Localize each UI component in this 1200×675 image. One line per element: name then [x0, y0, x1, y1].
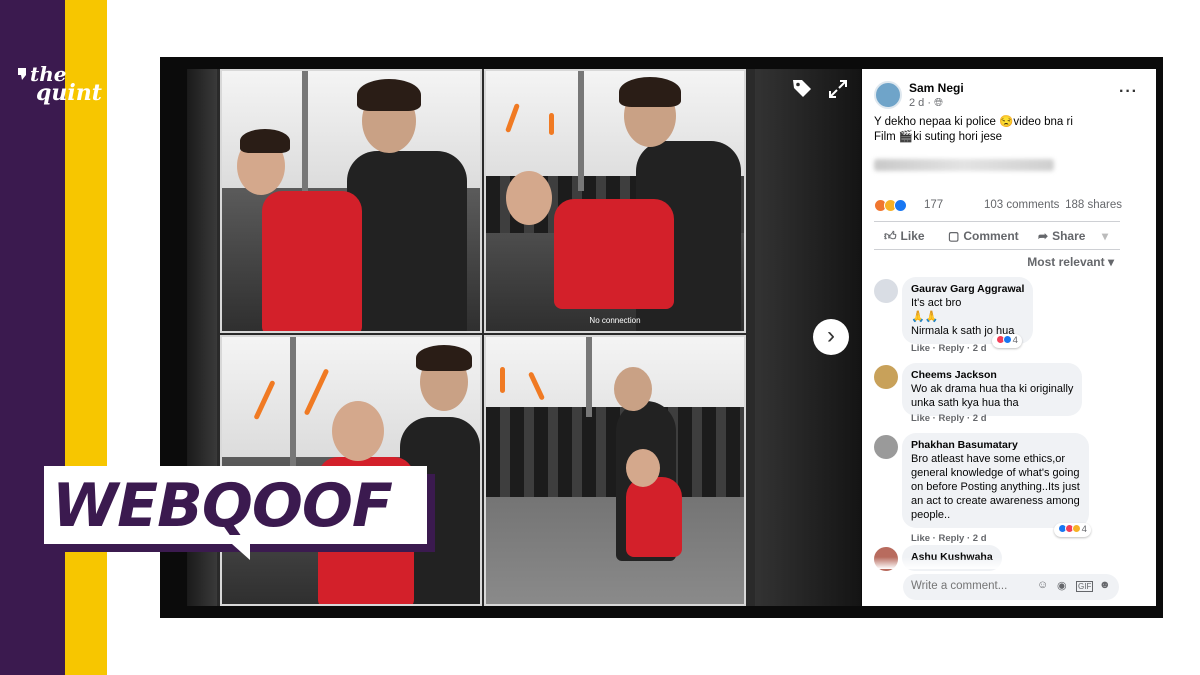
avatar[interactable]	[874, 81, 902, 109]
woman-figure	[262, 191, 362, 331]
post-actions: 👍︎ Like ▢ Comment ➦ Share ▾	[874, 227, 1120, 247]
reaction-count: 177	[924, 199, 944, 211]
photo-panel-4	[484, 335, 746, 606]
comment-like-link[interactable]: Like	[911, 343, 930, 354]
post-author[interactable]: Sam Negi	[909, 81, 964, 95]
comment-item: Gaurav Garg Aggrawal It's act bro 🙏🙏 Nir…	[874, 277, 1134, 355]
avatar[interactable]	[874, 435, 898, 459]
comment-reply-link[interactable]: Reply	[938, 413, 964, 424]
comment-actions: Like · Reply · 2 d	[911, 413, 987, 424]
share-icon: ➦	[1038, 229, 1049, 243]
photo-caption: No connection	[589, 316, 641, 325]
profile-dropdown-icon[interactable]: ▾	[1102, 229, 1108, 243]
comment-author[interactable]: Gaurav Garg Aggrawal	[911, 282, 1024, 296]
comment-reply-link[interactable]: Reply	[938, 533, 964, 544]
comment-item: Cheems Jackson Wo ak drama hua tha ki or…	[874, 363, 1134, 424]
logo-word-quint: quint	[36, 80, 102, 106]
comment-reply-link[interactable]: Reply	[938, 343, 964, 354]
webqoof-title: WEBQOOF	[52, 471, 393, 541]
post-timestamp[interactable]: 2 d · 🌐︎	[909, 97, 943, 110]
next-photo-button[interactable]: ›	[813, 319, 849, 355]
comment-bubble: Phakhan Basumatary Bro atleast have some…	[902, 433, 1089, 528]
share-button[interactable]: ➦ Share	[1038, 229, 1085, 243]
comment-sort-dropdown[interactable]: Most relevant ▾	[1027, 255, 1114, 269]
globe-icon: 🌐︎	[934, 97, 943, 109]
comment-time[interactable]: 2 d	[973, 343, 987, 354]
like-button[interactable]: 👍︎ Like	[884, 229, 925, 244]
comment-like-link[interactable]: Like	[911, 533, 930, 544]
comment-bubble: Cheems Jackson Wo ak drama hua tha ki or…	[902, 363, 1083, 416]
chevron-right-icon: ›	[827, 322, 835, 349]
comment-item: Phakhan Basumatary Bro atleast have some…	[874, 433, 1134, 544]
divider	[874, 249, 1120, 250]
sticker-icon[interactable]: ☻	[1099, 579, 1111, 591]
photo-panel-1	[220, 69, 482, 333]
avatar[interactable]	[874, 279, 898, 303]
quote-mark-icon	[18, 68, 26, 80]
post-side-panel: Sam Negi 2 d · 🌐︎ ··· Y dekho nepaa ki p…	[862, 69, 1156, 606]
avatar[interactable]	[874, 365, 898, 389]
gif-icon[interactable]: GIF	[1076, 581, 1094, 592]
comment-time[interactable]: 2 d	[973, 533, 987, 544]
emoji-icon[interactable]: ☺	[1037, 579, 1048, 591]
reactions-summary[interactable]: 177 103 comments 188 shares	[874, 197, 1144, 215]
comment-author[interactable]: Phakhan Basumatary	[911, 438, 1080, 452]
camera-icon[interactable]: ◉	[1057, 579, 1067, 592]
comment-actions: Like · Reply · 2 d	[911, 533, 987, 544]
comment-time[interactable]: 2 d	[973, 413, 987, 424]
comment-button[interactable]: ▢ Comment	[948, 229, 1019, 243]
divider	[874, 221, 1120, 222]
write-comment-box[interactable]: ☺ ◉ GIF ☻	[903, 574, 1119, 600]
comment-author[interactable]: Cheems Jackson	[911, 368, 1073, 382]
the-quint-logo: the quint	[14, 62, 102, 110]
thumbs-up-icon: 👍︎	[884, 229, 897, 243]
comment-input[interactable]	[911, 580, 1031, 592]
blurred-text	[874, 159, 1054, 171]
post-text: Y dekho nepaa ki police 😒video bna ri Fi…	[874, 116, 1073, 143]
comment-icon: ▢	[948, 229, 960, 243]
tag-icon[interactable]	[791, 77, 813, 105]
shares-count[interactable]: 188 shares	[1065, 199, 1122, 211]
comment-like-link[interactable]: Like	[911, 413, 930, 424]
comment-reactions[interactable]: 4	[1054, 523, 1091, 537]
woman-figure	[626, 477, 682, 557]
expand-icon[interactable]	[828, 79, 848, 105]
woman-figure	[554, 199, 674, 309]
comment-reactions[interactable]: 4	[992, 334, 1022, 348]
man-figure	[347, 151, 467, 331]
like-reaction-icon	[894, 199, 907, 212]
photo-panel-2: No connection	[484, 69, 746, 333]
label-tail	[232, 544, 250, 560]
comment-actions: Like · Reply · 2 d	[911, 343, 987, 354]
more-options-icon[interactable]: ···	[1119, 83, 1138, 101]
comments-count[interactable]: 103 comments	[984, 199, 1059, 211]
